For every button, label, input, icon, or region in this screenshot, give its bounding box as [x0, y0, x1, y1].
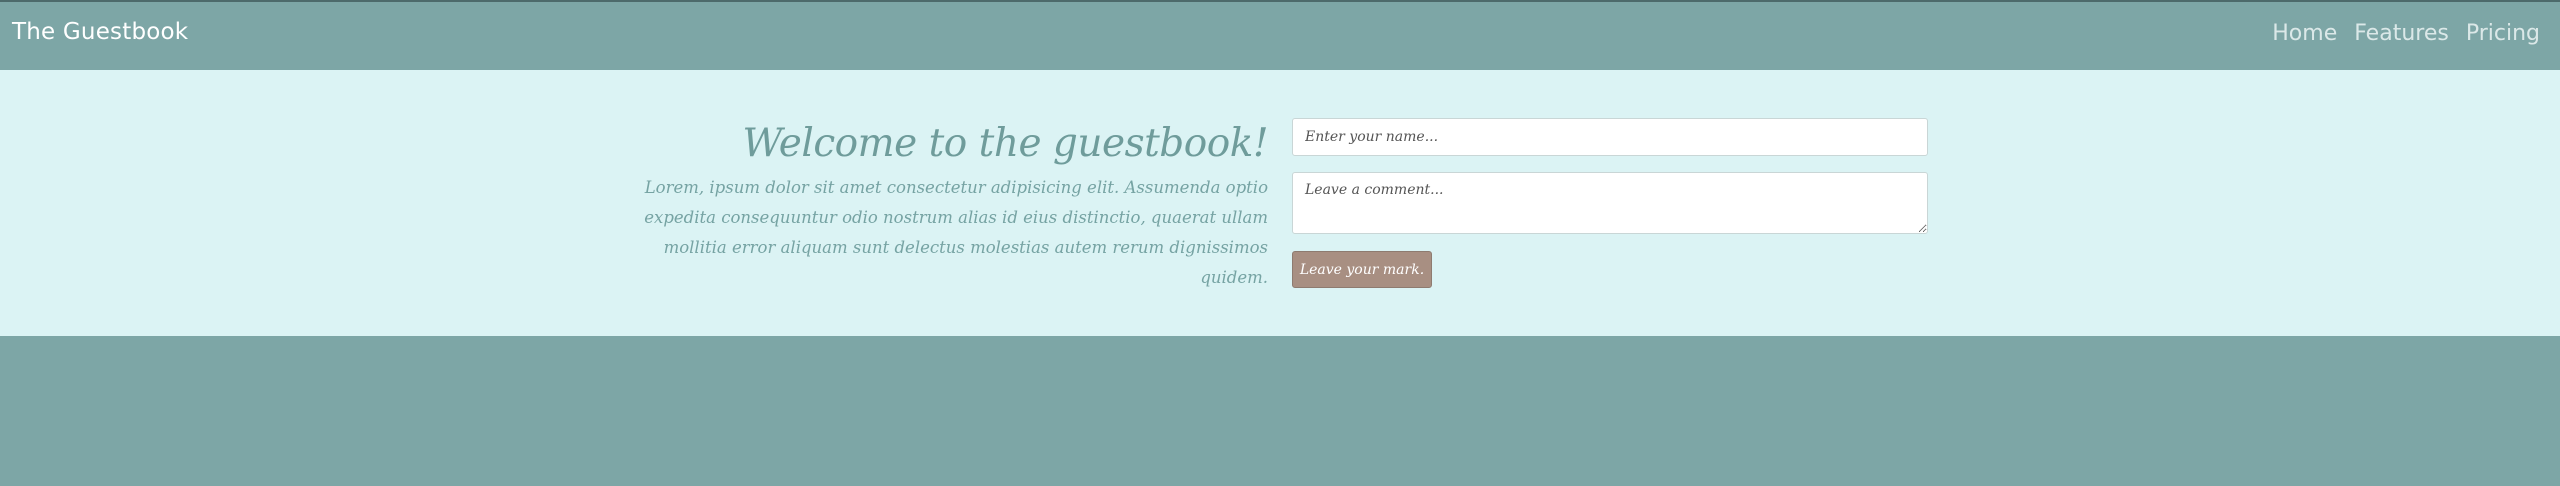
hero-section: Welcome to the guestbook! Lorem, ipsum d… — [0, 70, 2560, 336]
submit-button[interactable]: Leave your mark. — [1292, 251, 1432, 288]
page-title: Welcome to the guestbook! — [742, 121, 1268, 166]
intro: Welcome to the guestbook! Lorem, ipsum d… — [600, 120, 1268, 293]
guestbook-form: Leave your mark. — [1292, 118, 1928, 288]
nav-link-home[interactable]: Home — [2272, 21, 2337, 46]
nav-links: Home Features Pricing — [2272, 21, 2540, 46]
footer-band — [0, 336, 2560, 486]
brand-link[interactable]: The Guestbook — [12, 19, 188, 45]
intro-text: Lorem, ipsum dolor sit amet consectetur … — [644, 178, 1268, 287]
nav-link-features[interactable]: Features — [2354, 21, 2449, 46]
comment-input[interactable] — [1292, 172, 1928, 234]
navbar: The Guestbook Home Features Pricing — [0, 2, 2560, 70]
name-input[interactable] — [1292, 118, 1928, 156]
nav-link-pricing[interactable]: Pricing — [2466, 21, 2540, 46]
